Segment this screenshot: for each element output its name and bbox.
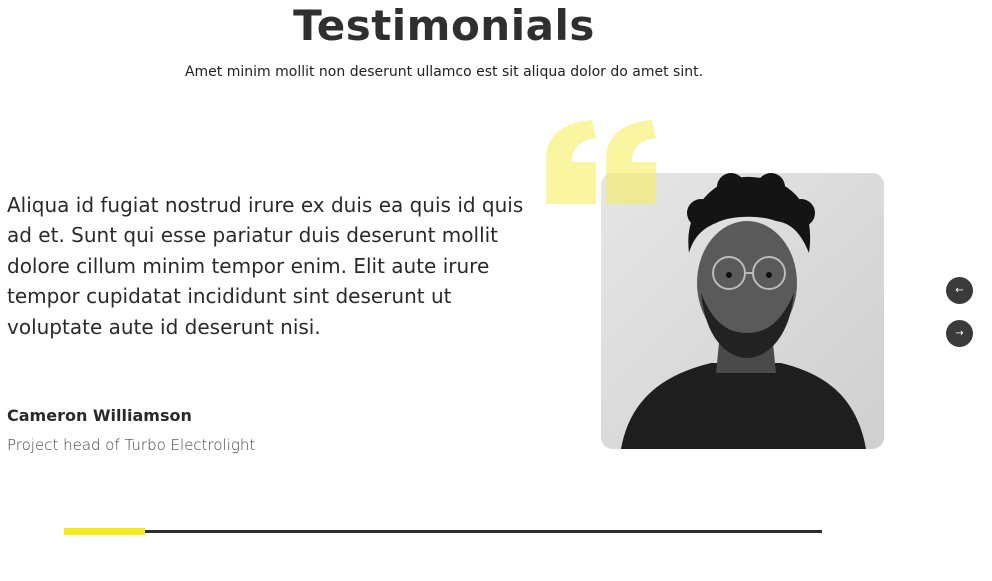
author-name: Cameron Williamson [7,406,192,425]
testimonials-section: Testimonials Amet minim mollit non deser… [0,0,992,581]
quote-mark-icon [546,120,656,204]
slider-progress-track [64,528,822,535]
arrow-right-icon: → [955,328,964,339]
page-title: Testimonials [293,1,595,50]
author-photo [601,173,884,449]
portrait-photo-graphic [601,173,884,449]
previous-testimonial-button[interactable]: ← [946,277,973,304]
next-testimonial-button[interactable]: → [946,320,973,347]
testimonial-quote: Aliqua id fugiat nostrud irure ex duis e… [7,193,524,339]
arrow-left-icon: ← [955,285,964,296]
slider-progress-fill [64,528,146,535]
author-role: Project head of Turbo Electrolight [7,436,256,454]
page-subtitle: Amet minim mollit non deserunt ullamco e… [184,64,704,80]
